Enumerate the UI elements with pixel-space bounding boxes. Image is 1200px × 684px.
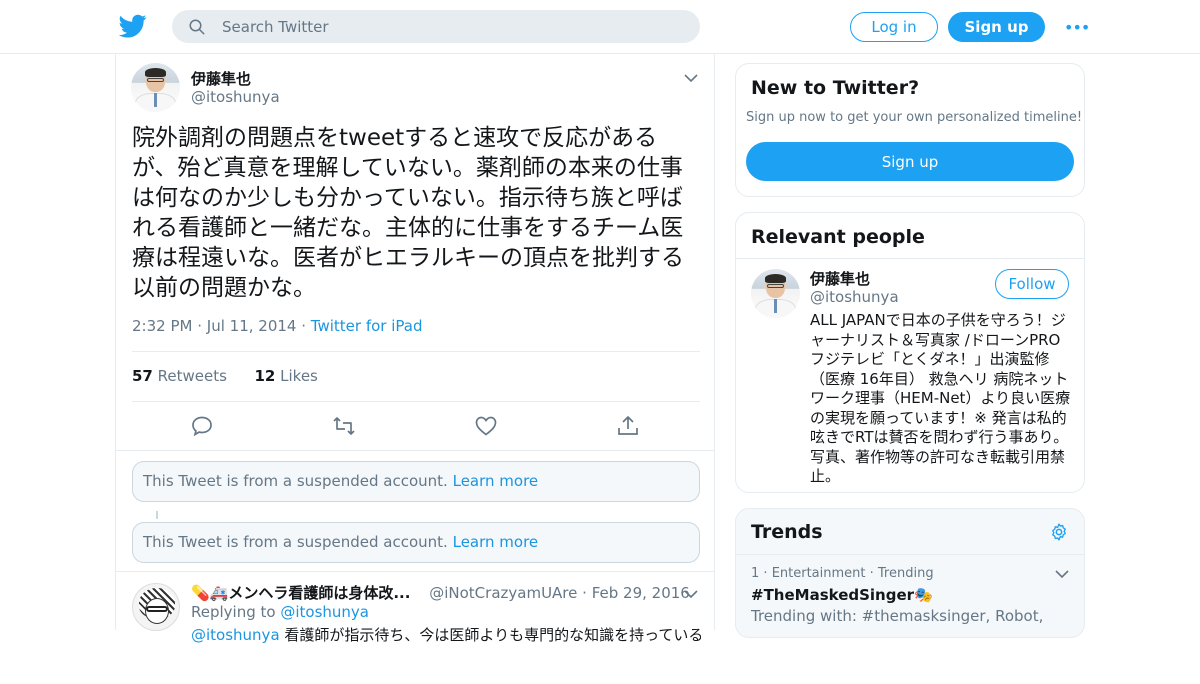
top-bar: Search Twitter Log in Sign up ••• — [0, 0, 1200, 54]
suspended-text: This Tweet is from a suspended account. — [143, 472, 448, 490]
reply-text-body: 看護師が指示待ち、今は医師よりも専門的な知識を持っている認 — [279, 626, 701, 644]
sidebar-signup-button[interactable]: Sign up — [746, 142, 1074, 181]
relevant-name[interactable]: 伊藤隼也 — [810, 268, 870, 289]
reply-text: @itoshunya 看護師が指示待ち、今は医師よりも専門的な知識を持っている認 — [191, 624, 701, 684]
reply-date[interactable]: Feb 29, 2016 — [592, 584, 690, 602]
trend-category: Entertainment — [771, 566, 866, 581]
trend-name[interactable]: #TheMaskedSinger — [751, 586, 914, 604]
search-box[interactable]: Search Twitter — [172, 10, 700, 43]
relevant-bio: ALL JAPANで日本の子供を守ろう！ジャーナリスト＆写真家 /ドローンPRO… — [810, 311, 1071, 485]
divider — [736, 554, 1084, 555]
relevant-handle[interactable]: @itoshunya — [810, 288, 899, 306]
new-to-twitter-subtitle: Sign up now to get your own personalized… — [746, 110, 1083, 125]
reply-mention-link[interactable]: @itoshunya — [191, 626, 280, 644]
divider — [116, 571, 714, 572]
trends-card: Trends 1 · Entertainment · Trending #The… — [735, 508, 1085, 638]
gear-icon[interactable] — [1049, 522, 1069, 542]
more-icon[interactable]: ••• — [1064, 18, 1090, 37]
relevant-avatar[interactable] — [751, 269, 800, 318]
avatar[interactable] — [131, 63, 180, 112]
relevant-people-title: Relevant people — [751, 226, 925, 248]
thread-line — [156, 511, 158, 519]
divider — [116, 450, 714, 451]
suspended-text: This Tweet is from a suspended account. — [143, 533, 448, 551]
twitter-bird-icon[interactable] — [119, 12, 147, 40]
trend-rank: 1 — [751, 566, 760, 581]
tweet-column: 伊藤隼也 @itoshunya 院外調剤の問題点をtweetすると速攻で反応があ… — [115, 54, 715, 644]
divider — [132, 401, 700, 402]
trend-status: Trending — [877, 566, 934, 581]
chevron-down-icon[interactable] — [684, 589, 698, 599]
new-to-twitter-title: New to Twitter? — [751, 77, 920, 99]
divider — [736, 258, 1084, 259]
share-icon[interactable] — [616, 414, 640, 438]
trend-meta: 1 · Entertainment · Trending — [751, 566, 934, 581]
suspended-tweet-notice: This Tweet is from a suspended account. … — [132, 461, 700, 502]
retweets-count: 57 — [132, 367, 153, 385]
reply-header: 💊🚑メンヘラ看護師は身体改... @iNotCrazyamUAre · Feb … — [191, 584, 690, 602]
replying-handle-link[interactable]: @itoshunya — [280, 603, 369, 621]
replying-to: Replying to @itoshunya — [191, 603, 369, 621]
likes-stat[interactable]: 12 Likes — [255, 367, 318, 385]
tweet-meta: 2:32 PM · Jul 11, 2014 · Twitter for iPa… — [132, 317, 423, 335]
mask-emoji-icon: 🎭 — [914, 586, 933, 604]
search-input[interactable]: Search Twitter — [222, 18, 329, 36]
chevron-down-icon[interactable] — [684, 73, 698, 83]
learn-more-link[interactable]: Learn more — [453, 533, 539, 551]
follow-button[interactable]: Follow — [995, 269, 1069, 299]
reply-icon[interactable] — [190, 414, 214, 438]
retweet-icon[interactable] — [332, 414, 356, 438]
retweets-label: Retweets — [157, 367, 227, 385]
tweet-source-link[interactable]: Twitter for iPad — [311, 317, 423, 335]
suspended-tweet-notice: This Tweet is from a suspended account. … — [132, 522, 700, 563]
divider — [132, 351, 700, 352]
trends-title: Trends — [751, 521, 823, 543]
tweet-time[interactable]: 2:32 PM — [132, 317, 192, 335]
likes-label: Likes — [280, 367, 318, 385]
reply-author-name[interactable]: 💊🚑メンヘラ看護師は身体改... — [191, 584, 410, 602]
tweet-stats: 57 Retweets 12 Likes — [132, 367, 318, 385]
tweet-date[interactable]: Jul 11, 2014 — [207, 317, 297, 335]
retweets-stat[interactable]: 57 Retweets — [132, 367, 227, 385]
login-button[interactable]: Log in — [850, 12, 938, 42]
reply-author-handle[interactable]: @iNotCrazyamUAre — [429, 584, 577, 602]
tweet-actions — [190, 414, 638, 438]
trend-item[interactable]: #TheMaskedSinger🎭 — [751, 586, 933, 604]
new-to-twitter-card: New to Twitter? Sign up now to get your … — [735, 63, 1085, 197]
signup-button[interactable]: Sign up — [948, 12, 1045, 42]
chevron-down-icon[interactable] — [1055, 569, 1069, 579]
like-heart-icon[interactable] — [474, 414, 498, 438]
replying-label: Replying to — [191, 603, 276, 621]
likes-count: 12 — [254, 367, 276, 385]
search-icon — [189, 19, 205, 35]
relevant-people-card: Relevant people 伊藤隼也 @itoshunya Follow A… — [735, 212, 1085, 493]
trend-with: Trending with: #themasksinger, Robot, — [751, 607, 1044, 625]
tweet-author-handle[interactable]: @itoshunya — [191, 88, 280, 106]
tweet-text: 院外調剤の問題点をtweetすると速攻で反応があるが、殆ど真意を理解していない。… — [132, 125, 684, 301]
learn-more-link[interactable]: Learn more — [453, 472, 539, 490]
tweet-author-name[interactable]: 伊藤隼也 — [191, 68, 251, 89]
reply-avatar[interactable] — [132, 583, 180, 631]
